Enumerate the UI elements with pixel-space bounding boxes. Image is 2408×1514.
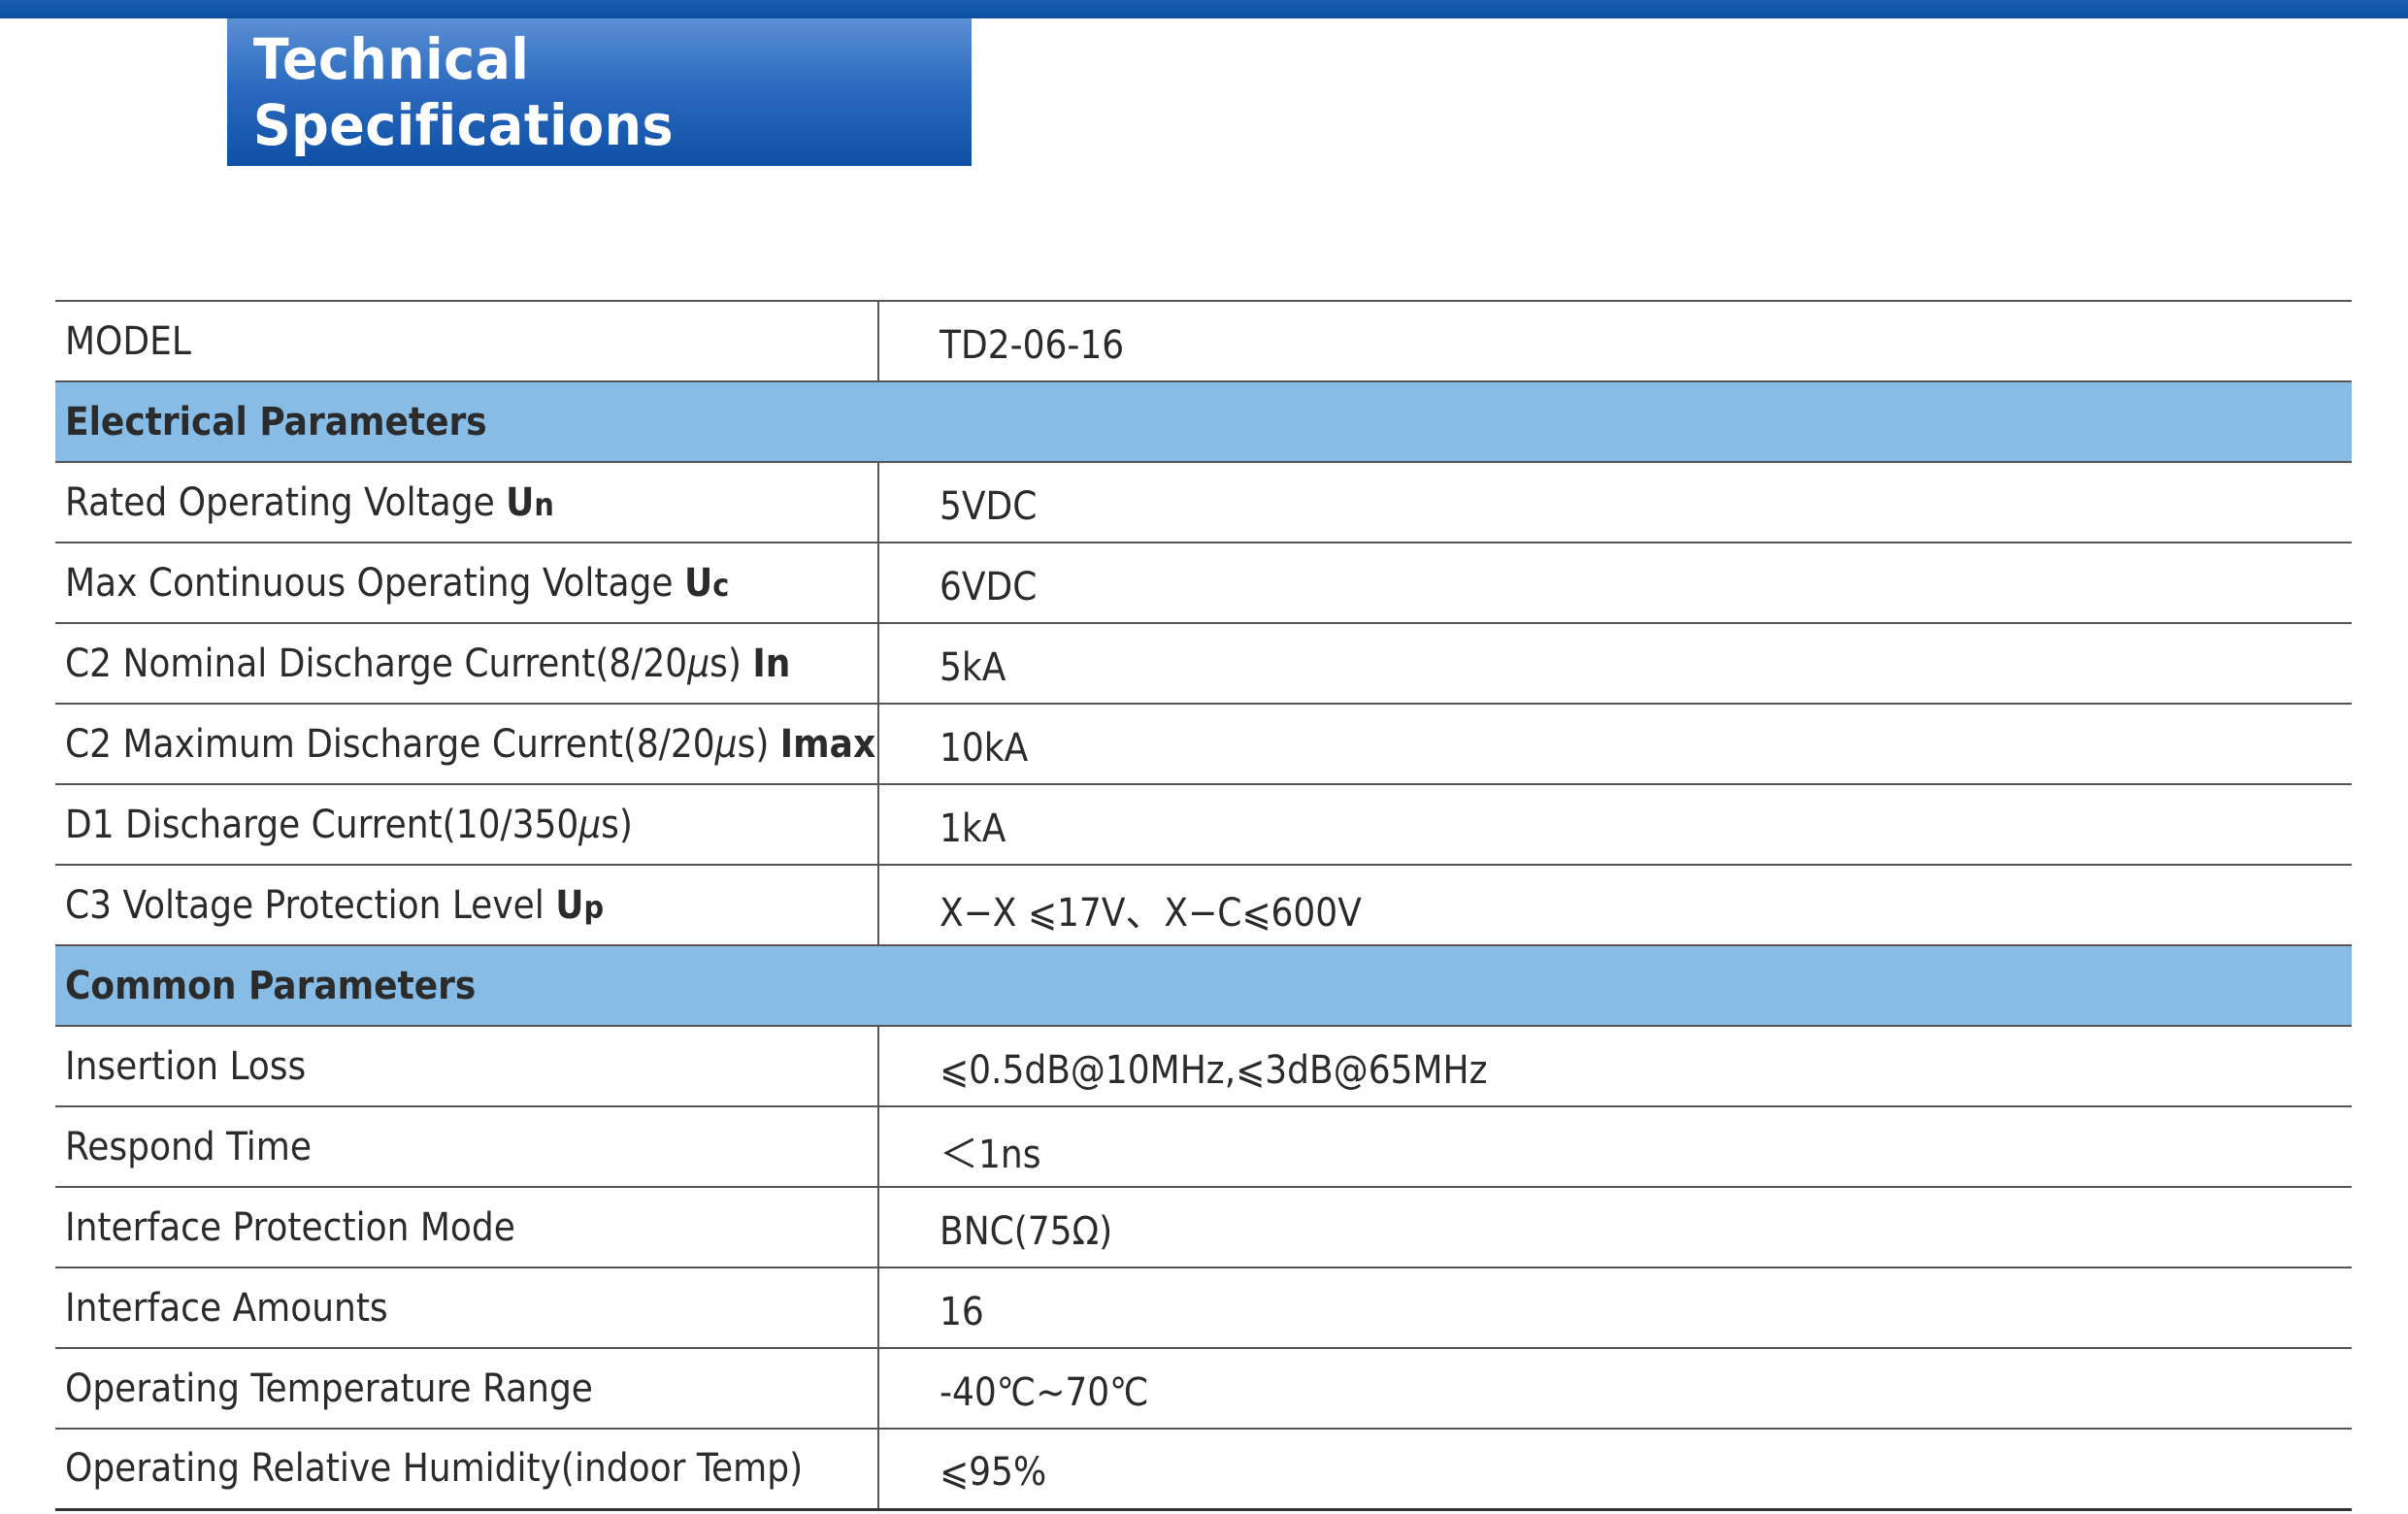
symbol: U — [683, 560, 713, 606]
section-title: Electrical Parameters — [55, 381, 2352, 463]
row-label: Operating Relative Humidity(indoor Temp) — [55, 1429, 879, 1511]
symbol: U — [555, 882, 584, 928]
row-label: MODEL — [55, 300, 879, 382]
row-label: D1 Discharge Current(10/350μs) — [55, 784, 879, 866]
row-value: 5VDC — [878, 462, 2352, 543]
table-row-model: MODEL TD2-06-16 — [55, 300, 2352, 382]
row-label: Respond Time — [55, 1106, 879, 1188]
section-header-electrical: Electrical Parameters — [55, 381, 2352, 463]
spec-table: MODEL TD2-06-16 Electrical Parameters Ra… — [55, 300, 2352, 1511]
row-label: Insertion Loss — [55, 1026, 879, 1107]
table-row: C2 Nominal Discharge Current(8/20μs) In … — [55, 623, 2352, 705]
row-label: Interface Amounts — [55, 1267, 879, 1349]
section-header-common: Common Parameters — [55, 945, 2352, 1027]
symbol-subscript: p — [583, 888, 605, 926]
row-value: ⩽95% — [878, 1429, 2352, 1511]
symbol: U — [506, 479, 535, 525]
row-label: Max Continuous Operating Voltage Uc — [55, 543, 879, 624]
symbol-subscript: c — [712, 566, 730, 604]
page-title: Technical Specifications — [252, 26, 675, 158]
top-accent-bar — [0, 0, 2408, 18]
row-label: C2 Nominal Discharge Current(8/20μs) In — [55, 623, 879, 705]
symbol: Imax — [779, 721, 876, 767]
table-row: C3 Voltage Protection Level Up X−X ⩽17V、… — [55, 865, 2352, 946]
row-value: -40℃~70℃ — [878, 1348, 2352, 1430]
row-label: Interface Protection Mode — [55, 1187, 879, 1268]
table-row: Respond Time ＜1ns — [55, 1106, 2352, 1188]
row-value: TD2-06-16 — [878, 300, 2352, 382]
row-value: 16 — [878, 1267, 2352, 1349]
row-value: 1kA — [878, 784, 2352, 866]
row-label: C2 Maximum Discharge Current(8/20μs) Ima… — [55, 704, 879, 785]
table-row: Insertion Loss ⩽0.5dB@10MHz,⩽3dB@65MHz — [55, 1026, 2352, 1107]
symbol: In — [752, 641, 791, 686]
row-label: Operating Temperature Range — [55, 1348, 879, 1430]
table-row: Operating Relative Humidity(indoor Temp)… — [55, 1429, 2352, 1511]
row-value: X−X ⩽17V、X−C⩽600V — [878, 865, 2352, 946]
table-row: Interface Amounts 16 — [55, 1267, 2352, 1349]
table-row: Interface Protection Mode BNC(75Ω) — [55, 1187, 2352, 1268]
row-value: 10kA — [878, 704, 2352, 785]
row-value: ⩽0.5dB@10MHz,⩽3dB@65MHz — [878, 1026, 2352, 1107]
row-value: 6VDC — [878, 543, 2352, 624]
row-value: 5kA — [878, 623, 2352, 705]
table-row: Operating Temperature Range -40℃~70℃ — [55, 1348, 2352, 1430]
table-row: D1 Discharge Current(10/350μs) 1kA — [55, 784, 2352, 866]
row-value: BNC(75Ω) — [878, 1187, 2352, 1268]
title-tab: Technical Specifications — [227, 18, 972, 166]
table-row: C2 Maximum Discharge Current(8/20μs) Ima… — [55, 704, 2352, 785]
row-value: ＜1ns — [878, 1106, 2352, 1188]
row-label: Rated Operating Voltage Un — [55, 462, 879, 543]
symbol-subscript: n — [534, 485, 554, 523]
table-row: Rated Operating Voltage Un 5VDC — [55, 462, 2352, 543]
table-row: Max Continuous Operating Voltage Uc 6VDC — [55, 543, 2352, 624]
section-title: Common Parameters — [55, 945, 2352, 1027]
row-label: C3 Voltage Protection Level Up — [55, 865, 879, 946]
